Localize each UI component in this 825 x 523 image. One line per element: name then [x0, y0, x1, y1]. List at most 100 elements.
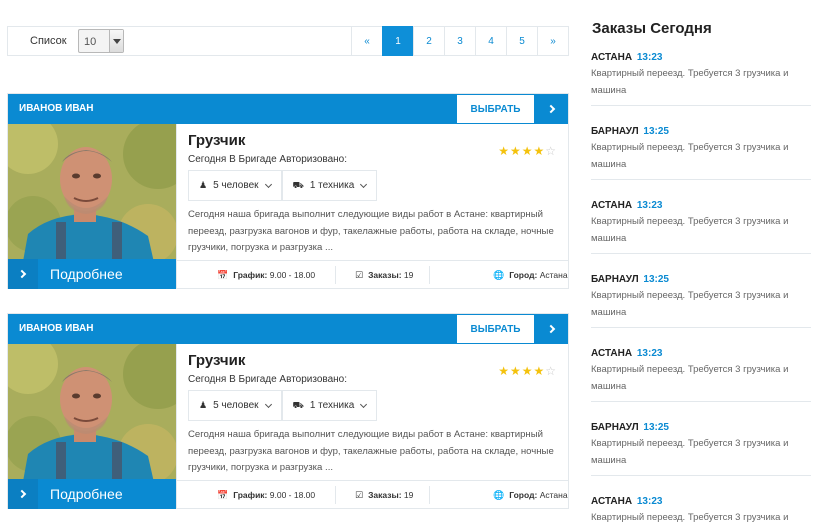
order-item[interactable]: БАРНАУЛ 13:25 Квартирный переезд. Требуе… — [591, 422, 811, 476]
pagination-page-5[interactable]: 5 — [506, 26, 537, 56]
crew-chips: ♟ 5 человек ⛟ 1 техника — [188, 170, 378, 201]
job-title: Грузчик — [188, 352, 246, 369]
list-size-label: Список — [30, 35, 67, 47]
order-text: Квартирный переезд. Требуется 3 грузчика… — [591, 216, 789, 244]
order-item[interactable]: АСТАНА 13:23 Квартирный переезд. Требует… — [591, 496, 811, 523]
crew-subtitle: Сегодня В Бригаде Авторизовано: — [188, 374, 348, 385]
people-dropdown[interactable]: ♟ 5 человек — [188, 170, 282, 201]
choose-button[interactable]: ВЫБРАТЬ — [456, 314, 535, 344]
rating-stars: ★★★★☆ — [498, 364, 557, 378]
pagination-page-3[interactable]: 3 — [444, 26, 475, 56]
job-description: Сегодня наша бригада выполнит следующие … — [188, 209, 554, 253]
vehicles-count: 1 техника — [309, 180, 355, 191]
chevron-down-icon — [360, 180, 368, 188]
order-text: Квартирный переезд. Требуется 3 грузчика… — [591, 512, 789, 523]
vehicles-dropdown[interactable]: ⛟ 1 техника — [281, 390, 378, 421]
rating-stars: ★★★★☆ — [498, 144, 557, 158]
orders-label: Заказы: — [368, 490, 402, 500]
order-city: АСТАНА — [591, 496, 633, 507]
chevron-right-icon[interactable] — [535, 314, 568, 344]
order-text: Квартирный переезд. Требуется 3 грузчика… — [591, 142, 789, 170]
globe-icon: 🌐 — [493, 270, 505, 280]
pagination-next[interactable]: » — [537, 26, 568, 56]
order-text: Квартирный переезд. Требуется 3 грузчика… — [591, 438, 789, 466]
order-text: Квартирный переезд. Требуется 3 грузчика… — [591, 290, 789, 318]
pagination-prev[interactable]: « — [351, 26, 382, 56]
people-dropdown[interactable]: ♟ 5 человек — [188, 390, 282, 421]
pagination-page-1[interactable]: 1 — [382, 26, 413, 56]
order-time: 13:25 — [643, 422, 669, 433]
job-description: Сегодня наша бригада выполнит следующие … — [188, 429, 554, 473]
card-body: Грузчик ★★★★☆ Сегодня В Бригаде Авторизо… — [176, 344, 569, 509]
chevron-right-icon[interactable] — [535, 94, 568, 124]
chevron-right-icon — [8, 479, 38, 509]
list-toolbar: Список 10 « 1 2 3 4 5 » — [7, 26, 569, 56]
worker-photo: Подробнее — [8, 124, 176, 289]
details-button[interactable]: Подробнее — [8, 479, 176, 509]
chevron-down-icon — [360, 400, 368, 408]
orders-value: 19 — [403, 270, 414, 280]
pagination: « 1 2 3 4 5 » — [351, 26, 568, 56]
user-icon: ♟ — [199, 180, 208, 190]
card-header: ИВАНОВ ИВАН ВЫБРАТЬ — [8, 94, 568, 124]
chevron-right-icon — [8, 259, 38, 289]
card-header: ИВАНОВ ИВАН ВЫБРАТЬ — [8, 314, 568, 344]
crew-subtitle: Сегодня В Бригаде Авторизовано: — [188, 154, 348, 165]
details-label: Подробнее — [50, 266, 123, 282]
choose-button[interactable]: ВЫБРАТЬ — [456, 94, 535, 124]
truck-icon: ⛟ — [292, 179, 304, 190]
order-item[interactable]: БАРНАУЛ 13:25 Квартирный переезд. Требуе… — [591, 126, 811, 180]
city-label: Город: — [509, 270, 538, 280]
city-value: Астана — [539, 270, 568, 280]
vehicles-count: 1 техника — [309, 400, 355, 411]
vehicles-dropdown[interactable]: ⛟ 1 техника — [281, 170, 378, 201]
pagination-page-4[interactable]: 4 — [475, 26, 506, 56]
details-label: Подробнее — [50, 486, 123, 502]
order-time: 13:23 — [636, 348, 663, 359]
schedule-info: 📅 График: 9.00 - 18.00 — [217, 270, 315, 281]
order-text: Квартирный переезд. Требуется 3 грузчика… — [591, 68, 789, 96]
order-item[interactable]: АСТАНА 13:23 Квартирный переезд. Требует… — [591, 348, 811, 402]
order-time: 13:23 — [636, 52, 663, 63]
checkbox-icon: ☑ — [355, 270, 364, 280]
order-city: АСТАНА — [591, 348, 633, 359]
truck-icon: ⛟ — [292, 399, 304, 410]
order-text: Квартирный переезд. Требуется 3 грузчика… — [591, 364, 789, 392]
orders-info: ☑ Заказы: 19 — [355, 490, 413, 501]
order-city: БАРНАУЛ — [591, 126, 639, 137]
worker-card: ИВАНОВ ИВАН ВЫБРАТЬ Подробнее Грузчик ★★… — [7, 93, 569, 289]
orders-info: ☑ Заказы: 19 — [355, 270, 413, 281]
order-city: АСТАНА — [591, 200, 633, 211]
globe-icon: 🌐 — [493, 490, 505, 500]
order-time: 13:23 — [636, 200, 663, 211]
sidebar-title: Заказы Сегодня — [592, 20, 712, 37]
city-value: Астана — [539, 490, 568, 500]
order-item[interactable]: АСТАНА 13:23 Квартирный переезд. Требует… — [591, 200, 811, 254]
card-meta: 📅 График: 9.00 - 18.00 ☑ Заказы: 19 🌐 Город… — [177, 260, 569, 289]
chevron-down-icon[interactable] — [109, 30, 123, 52]
calendar-icon: 📅 — [217, 270, 229, 280]
city-label: Город: — [509, 490, 538, 500]
page-size-select[interactable]: 10 — [78, 29, 124, 53]
order-item[interactable]: БАРНАУЛ 13:25 Квартирный переезд. Требуе… — [591, 274, 811, 328]
worker-photo: Подробнее — [8, 344, 176, 509]
job-title: Грузчик — [188, 132, 246, 149]
order-city: БАРНАУЛ — [591, 422, 639, 433]
people-count: 5 человек — [213, 400, 259, 411]
order-item[interactable]: АСТАНА 13:23 Квартирный переезд. Требует… — [591, 52, 811, 106]
checkbox-icon: ☑ — [355, 490, 364, 500]
page-size-value: 10 — [84, 36, 97, 48]
details-button[interactable]: Подробнее — [8, 259, 176, 289]
calendar-icon: 📅 — [217, 490, 229, 500]
order-time: 13:25 — [643, 274, 669, 285]
people-count: 5 человек — [213, 180, 259, 191]
worker-name: ИВАНОВ ИВАН — [19, 103, 94, 114]
worker-card: ИВАНОВ ИВАН ВЫБРАТЬ Подробнее Грузчик ★★… — [7, 313, 569, 509]
schedule-info: 📅 График: 9.00 - 18.00 — [217, 490, 315, 501]
schedule-label: График: — [233, 270, 268, 280]
order-time: 13:25 — [643, 126, 669, 137]
card-body: Грузчик ★★★★☆ Сегодня В Бригаде Авторизо… — [176, 124, 569, 289]
city-info: 🌐 Город: Астана — [493, 270, 568, 281]
pagination-page-2[interactable]: 2 — [413, 26, 444, 56]
crew-chips: ♟ 5 человек ⛟ 1 техника — [188, 390, 378, 421]
